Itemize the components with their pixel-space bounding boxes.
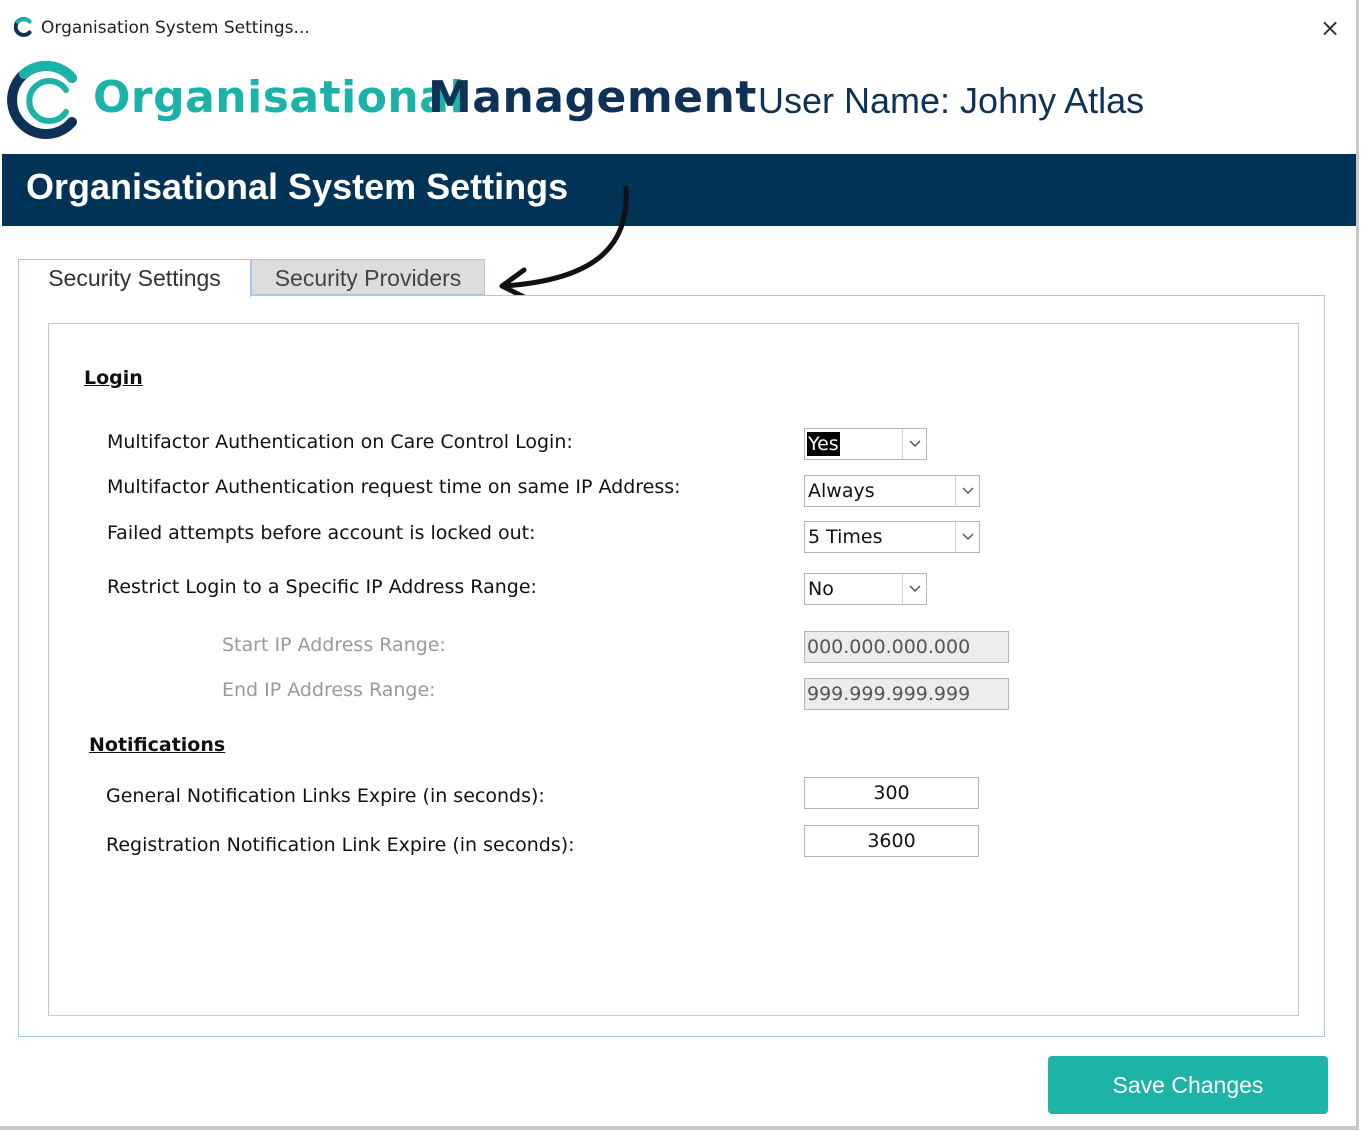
general-link-expiry-label: General Notification Links Expire (in se… bbox=[106, 785, 545, 807]
save-changes-button[interactable]: Save Changes bbox=[1048, 1056, 1328, 1114]
brand-name-organisational: Organisational bbox=[93, 72, 466, 123]
chevron-down-icon[interactable] bbox=[902, 429, 926, 459]
user-name-label: User Name: Johny Atlas bbox=[758, 80, 1145, 121]
restrict-ip-label: Restrict Login to a Specific IP Address … bbox=[107, 576, 537, 598]
window-title: Organisation System Settings... bbox=[41, 18, 310, 38]
page-title: Organisational System Settings bbox=[26, 166, 569, 207]
chevron-down-icon[interactable] bbox=[955, 476, 979, 506]
failed-attempts-label: Failed attempts before account is locked… bbox=[107, 522, 536, 544]
chevron-down-icon[interactable] bbox=[955, 522, 979, 552]
chevron-down-icon[interactable] bbox=[902, 574, 926, 604]
tab-label: Security Settings bbox=[48, 265, 221, 291]
restrict-ip-value: No bbox=[808, 578, 834, 600]
mfa-request-time-value: Always bbox=[808, 480, 875, 502]
brand-header: Organisational Management User Name: Joh… bbox=[0, 52, 1356, 154]
registration-link-expiry-label: Registration Notification Link Expire (i… bbox=[106, 834, 575, 856]
tab-label: Security Providers bbox=[274, 265, 462, 291]
app-logo-icon bbox=[14, 17, 32, 37]
mfa-login-value: Yes bbox=[807, 432, 840, 456]
failed-attempts-value: 5 Times bbox=[808, 526, 883, 548]
registration-link-expiry-input[interactable]: 3600 bbox=[804, 825, 979, 857]
restrict-ip-select[interactable]: No bbox=[804, 573, 927, 605]
curved-arrow-icon bbox=[499, 185, 629, 301]
brand-name-management: Management bbox=[428, 72, 757, 123]
mfa-request-time-label: Multifactor Authentication request time … bbox=[107, 476, 681, 498]
start-ip-label: Start IP Address Range: bbox=[222, 634, 446, 656]
settings-window: Organisation System Settings... × Organi… bbox=[0, 0, 1359, 1130]
tab-security-providers[interactable]: Security Providers bbox=[251, 259, 485, 295]
failed-attempts-select[interactable]: 5 Times bbox=[804, 521, 980, 553]
general-link-expiry-input[interactable]: 300 bbox=[804, 777, 979, 809]
mfa-request-time-select[interactable]: Always bbox=[804, 475, 980, 507]
settings-group-box bbox=[48, 323, 1299, 1016]
page-header-band: Organisational System Settings bbox=[2, 154, 1356, 226]
close-icon: × bbox=[1319, 14, 1341, 42]
mfa-login-select[interactable]: Yes bbox=[804, 428, 927, 460]
start-ip-input[interactable]: 000.000.000.000 bbox=[804, 631, 1009, 663]
end-ip-label: End IP Address Range: bbox=[222, 679, 436, 701]
end-ip-input[interactable]: 999.999.999.999 bbox=[804, 678, 1009, 710]
login-heading: Login bbox=[84, 367, 143, 389]
mfa-login-label: Multifactor Authentication on Care Contr… bbox=[107, 431, 573, 453]
brand-logo-icon bbox=[7, 60, 77, 139]
close-button[interactable]: × bbox=[1312, 10, 1348, 46]
title-bar: Organisation System Settings... × bbox=[0, 0, 1356, 52]
tab-security-settings[interactable]: Security Settings bbox=[18, 259, 251, 297]
notifications-heading: Notifications bbox=[89, 734, 226, 756]
